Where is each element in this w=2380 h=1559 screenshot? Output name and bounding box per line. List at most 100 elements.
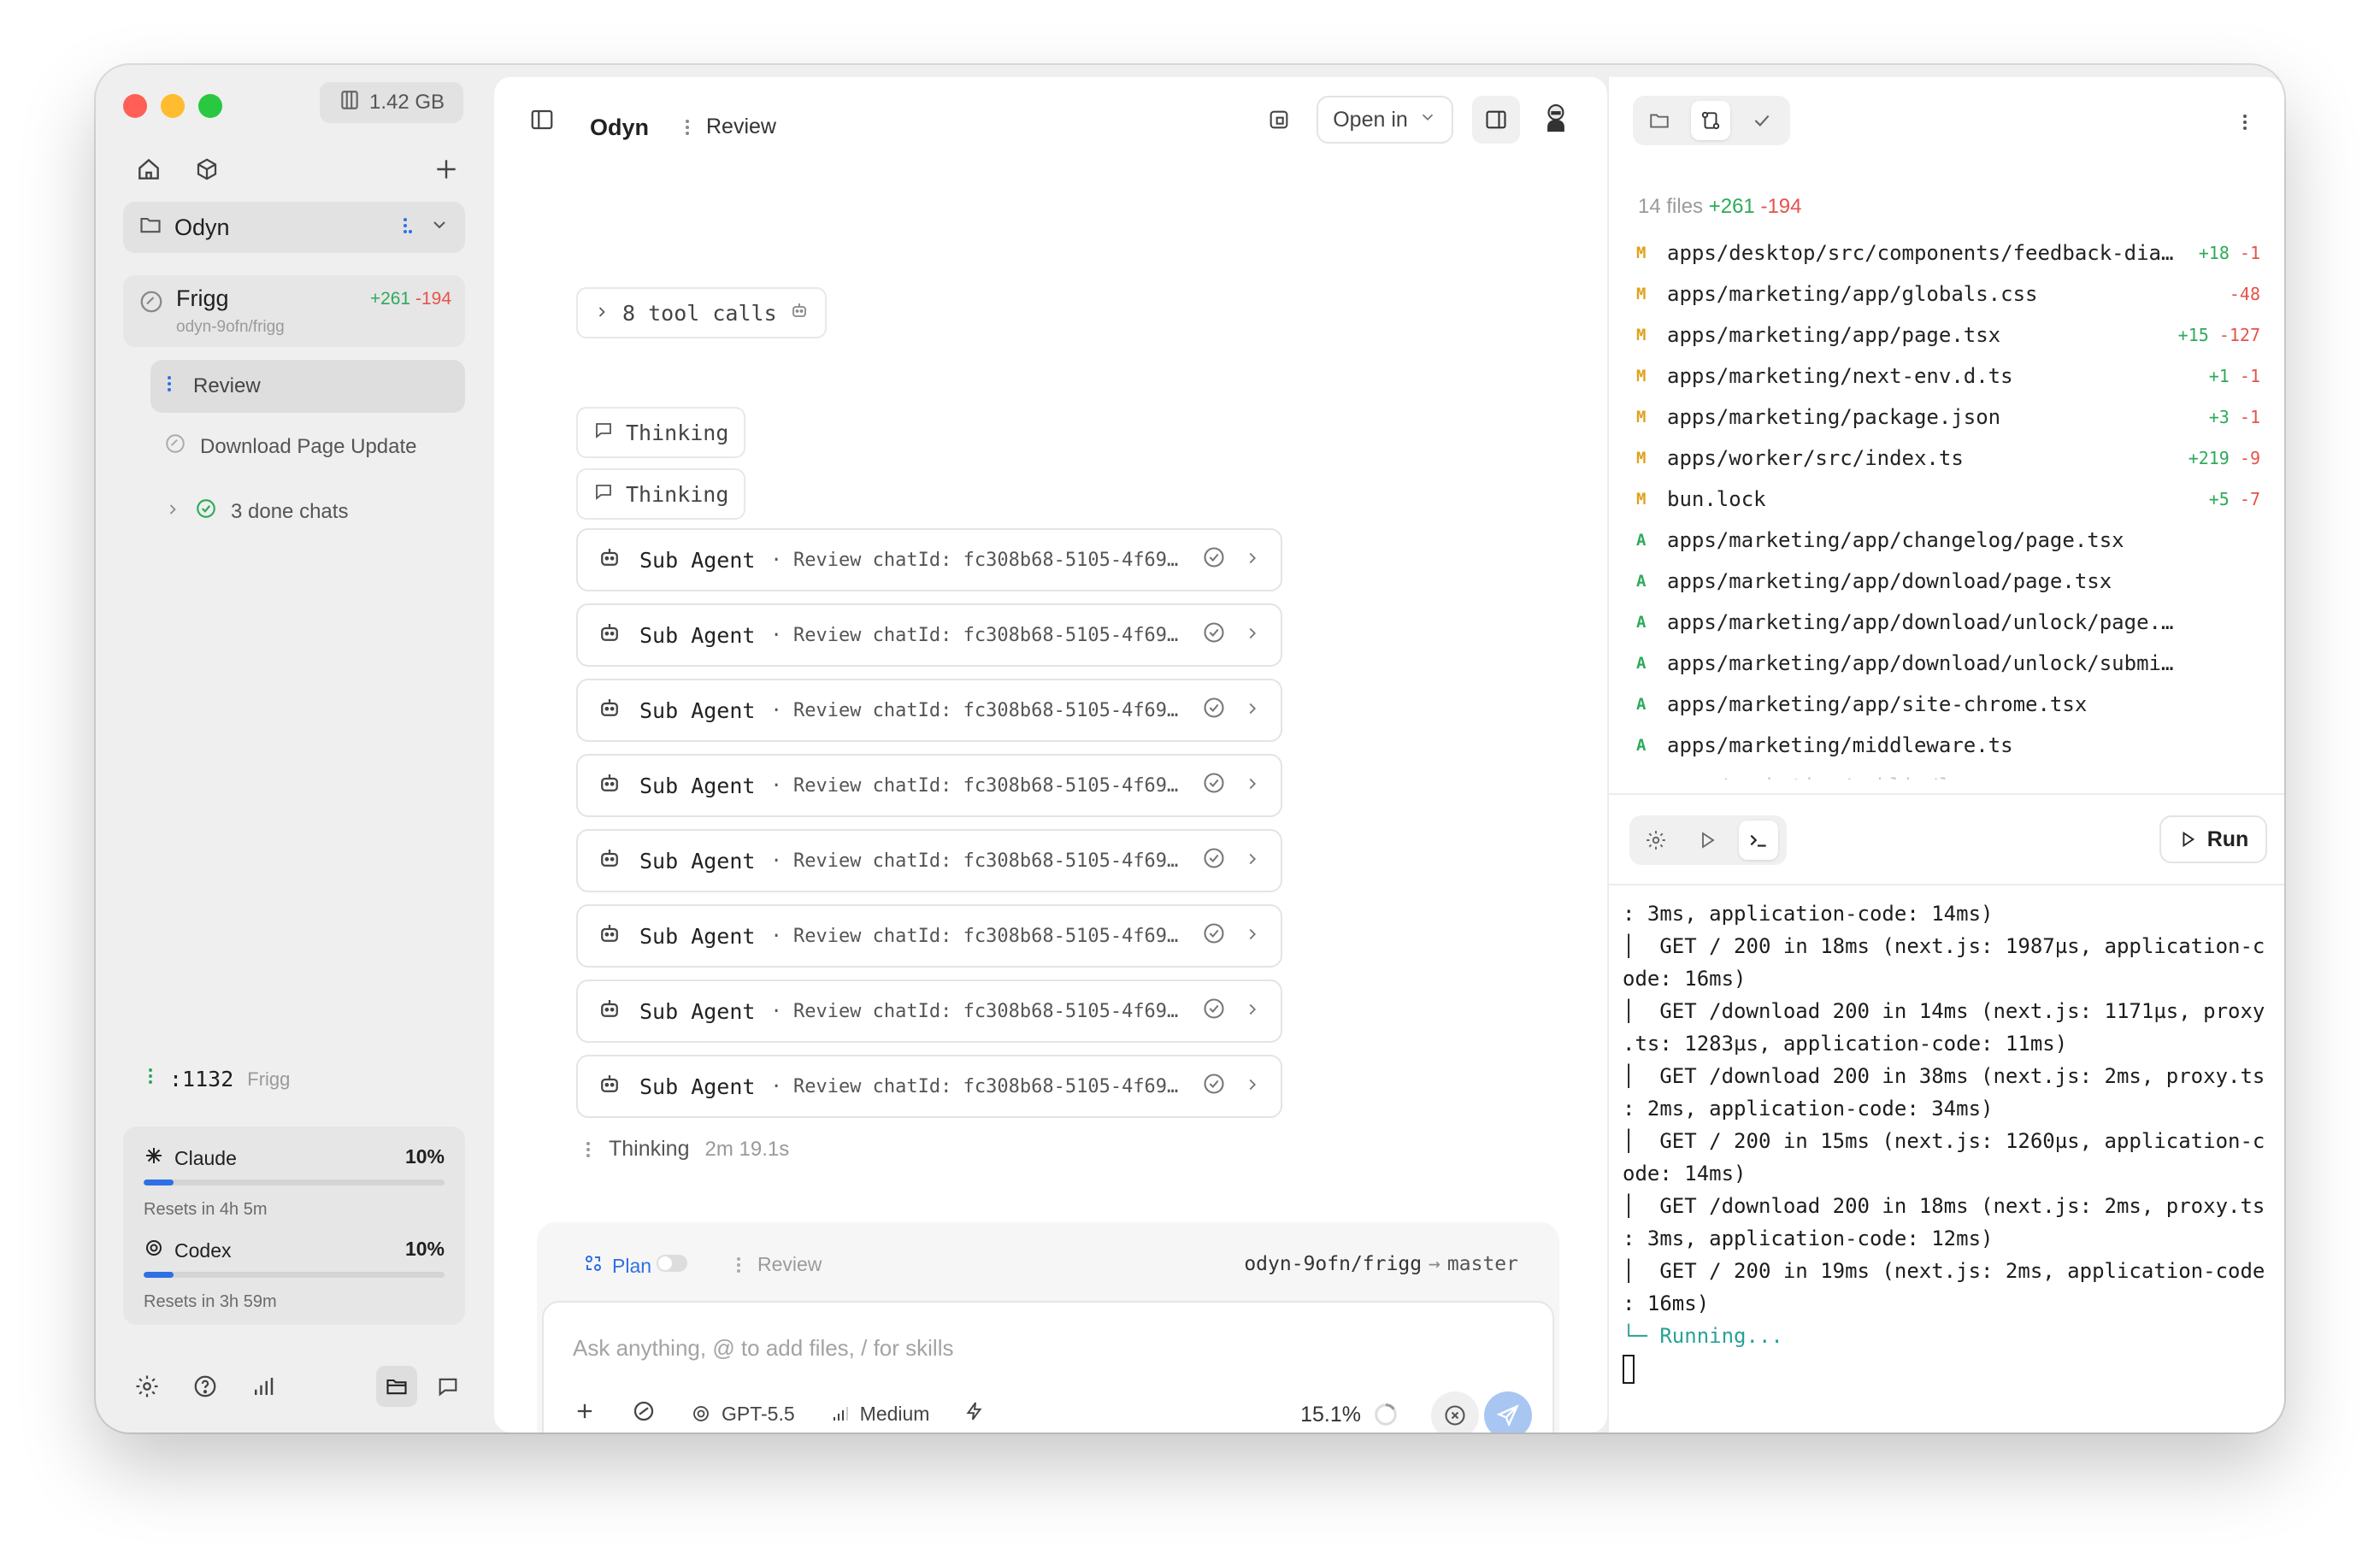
changed-file-row[interactable]: Aapps/marketing/app/download/unlock/page…	[1636, 602, 2260, 643]
play-icon[interactable]	[1688, 821, 1727, 860]
folder-icon	[138, 213, 162, 243]
message-input[interactable]: Ask anything, @ to add files, / for skil…	[542, 1301, 1554, 1433]
file-additions: +3	[2208, 407, 2230, 427]
chat-spark-icon	[138, 289, 164, 319]
terminal-line: : 3ms, application-code: 14ms)	[1623, 902, 1994, 926]
chat-item-frigg[interactable]: Frigg odyn-9ofn/frigg +261 -194	[123, 275, 465, 347]
folder-view-icon[interactable]	[376, 1366, 417, 1407]
changed-file-row[interactable]: Mapps/worker/src/index.ts +219 -9	[1636, 438, 2260, 479]
file-status: A	[1636, 736, 1647, 755]
review-mode-button[interactable]: Review	[735, 1253, 822, 1276]
check-circle-icon	[1202, 771, 1226, 800]
chevron-right-icon	[1243, 924, 1262, 949]
subchat-review[interactable]: Review	[150, 360, 465, 413]
stop-button[interactable]	[1431, 1391, 1479, 1433]
tab-review[interactable]: Review	[684, 115, 776, 139]
settings-gear-icon[interactable]	[1636, 821, 1676, 860]
sub-agent-card[interactable]: Sub Agent · Review chatId: fc308b68-5105…	[576, 1055, 1282, 1118]
changed-file-row[interactable]: Aapps/marketing/app/download/unlock/subm…	[1636, 643, 2260, 684]
port-indicator[interactable]: :1132 Frigg	[147, 1067, 290, 1091]
chevron-right-icon	[593, 301, 610, 326]
terminal-line: │ GET /download 200 in 38ms (next.js: 2m…	[1623, 1064, 2265, 1088]
robot-icon	[597, 695, 622, 726]
changes-file-count: 14 files	[1638, 195, 1704, 218]
settings-gear-icon[interactable]	[127, 1366, 168, 1407]
stats-bars-icon[interactable]	[243, 1366, 284, 1407]
file-deletions: -48	[2229, 284, 2260, 304]
file-deletions: -9	[2239, 448, 2260, 468]
project-dots-icon[interactable]	[402, 215, 414, 241]
package-icon[interactable]	[188, 150, 226, 188]
run-button[interactable]: Run	[2159, 815, 2267, 863]
thinking-block[interactable]: Thinking	[576, 407, 746, 458]
thought-bubble-icon	[593, 420, 614, 445]
changed-file-row[interactable]: Mbun.lock +5 -7	[1636, 479, 2260, 520]
chat-bubble-icon[interactable]	[427, 1366, 468, 1407]
changed-file-row[interactable]: Aapps/marketing/app/download/page.tsx	[1636, 561, 2260, 602]
effort-selector[interactable]: Medium	[829, 1403, 929, 1426]
changed-file-row[interactable]: Mapps/marketing/package.json +3 -1	[1636, 397, 2260, 438]
sub-agent-card[interactable]: Sub Agent · Review chatId: fc308b68-5105…	[576, 528, 1282, 591]
minimize-window-button[interactable]	[161, 94, 185, 118]
changed-file-row[interactable]: Aapps/marketing/app/site-chrome.tsx	[1636, 684, 2260, 725]
thinking-block[interactable]: Thinking	[576, 468, 746, 520]
attach-plus-icon[interactable]	[573, 1399, 597, 1428]
file-additions: +18	[2198, 243, 2230, 263]
changed-file-row[interactable]: Mapps/marketing/app/globals.css -48	[1636, 274, 2260, 315]
toggle-right-panel-icon[interactable]	[1472, 96, 1520, 144]
sub-agent-card[interactable]: Sub Agent · Review chatId: fc308b68-5105…	[576, 603, 1282, 667]
changed-file-row[interactable]: Mapps/desktop/src/components/feedback-di…	[1636, 232, 2260, 274]
terminal-tabs	[1629, 815, 1787, 865]
zoom-window-button[interactable]	[198, 94, 222, 118]
changed-file-row[interactable]: Mapps/marketing/next-env.d.ts +1 -1	[1636, 356, 2260, 397]
changed-file-row[interactable]: Aapps/marketing/public/logo.png	[1636, 766, 2260, 780]
chevron-right-icon	[1243, 548, 1262, 573]
avatar-icon[interactable]	[1532, 96, 1580, 144]
send-button[interactable]	[1484, 1391, 1532, 1433]
context-usage[interactable]: 15.1%	[1300, 1402, 1399, 1427]
done-chats-toggle[interactable]: 3 done chats	[164, 497, 348, 526]
sub-agent-card[interactable]: Sub Agent · Review chatId: fc308b68-5105…	[576, 980, 1282, 1043]
openai-icon	[144, 1238, 164, 1263]
home-icon[interactable]	[130, 150, 168, 188]
file-path: apps/worker/src/index.ts	[1667, 446, 1964, 470]
help-icon[interactable]	[185, 1366, 226, 1407]
usage-percent: 10%	[404, 1238, 445, 1260]
more-options-icon[interactable]	[2242, 113, 2250, 136]
project-selector[interactable]: Odyn	[123, 202, 465, 253]
right-panel: 14 files +261 -194 Mapps/desktop/src/com…	[1607, 77, 2284, 1433]
toggle-sidebar-icon[interactable]	[518, 96, 566, 144]
model-name: GPT-5.5	[722, 1402, 795, 1425]
sub-agent-name: Sub Agent	[639, 773, 756, 798]
files-folder-icon[interactable]	[1640, 101, 1679, 140]
file-status: M	[1636, 449, 1647, 468]
mention-icon[interactable]	[631, 1398, 657, 1429]
changed-file-row[interactable]: Aapps/marketing/middleware.ts	[1636, 725, 2260, 766]
terminal-prompt-icon[interactable]	[1739, 821, 1778, 860]
model-selector[interactable]: GPT-5.5	[691, 1403, 795, 1426]
sub-agent-card[interactable]: Sub Agent · Review chatId: fc308b68-5105…	[576, 904, 1282, 968]
changed-file-row[interactable]: Aapps/marketing/app/changelog/page.tsx	[1636, 520, 2260, 561]
git-diff-icon[interactable]	[1691, 101, 1730, 140]
lightning-icon[interactable]	[963, 1400, 986, 1427]
open-in-button[interactable]: Open in	[1317, 96, 1453, 144]
tool-calls-toggle[interactable]: 8 tool calls	[576, 287, 827, 338]
send-icon	[1496, 1404, 1519, 1427]
terminal-line: │ GET / 200 in 15ms (next.js: 1260µs, ap…	[1623, 1129, 2265, 1153]
changed-file-row[interactable]: Mapps/marketing/app/page.tsx +15 -127	[1636, 315, 2260, 356]
chevron-down-icon[interactable]	[429, 215, 450, 241]
new-chat-plus-icon[interactable]	[427, 150, 465, 188]
plan-mode-button[interactable]: Plan	[583, 1253, 651, 1279]
external-window-icon[interactable]	[1255, 96, 1303, 144]
branch-target[interactable]: odyn-9ofn/frigg → master	[1244, 1253, 1518, 1275]
sub-agent-card[interactable]: Sub Agent · Review chatId: fc308b68-5105…	[576, 829, 1282, 892]
subchat-download[interactable]: Download Page Update	[164, 432, 417, 461]
close-window-button[interactable]	[123, 94, 147, 118]
checkmark-icon[interactable]	[1742, 101, 1782, 140]
sub-agent-card[interactable]: Sub Agent · Review chatId: fc308b68-5105…	[576, 679, 1282, 742]
plan-toggle[interactable]	[657, 1255, 687, 1272]
memory-badge[interactable]: 1.42 GB	[320, 82, 463, 123]
terminal-output[interactable]: : 3ms, application-code: 14ms) │ GET / 20…	[1623, 897, 2272, 1385]
sub-agent-card[interactable]: Sub Agent · Review chatId: fc308b68-5105…	[576, 754, 1282, 817]
chat-diff-stats: +261 -194	[370, 289, 451, 309]
